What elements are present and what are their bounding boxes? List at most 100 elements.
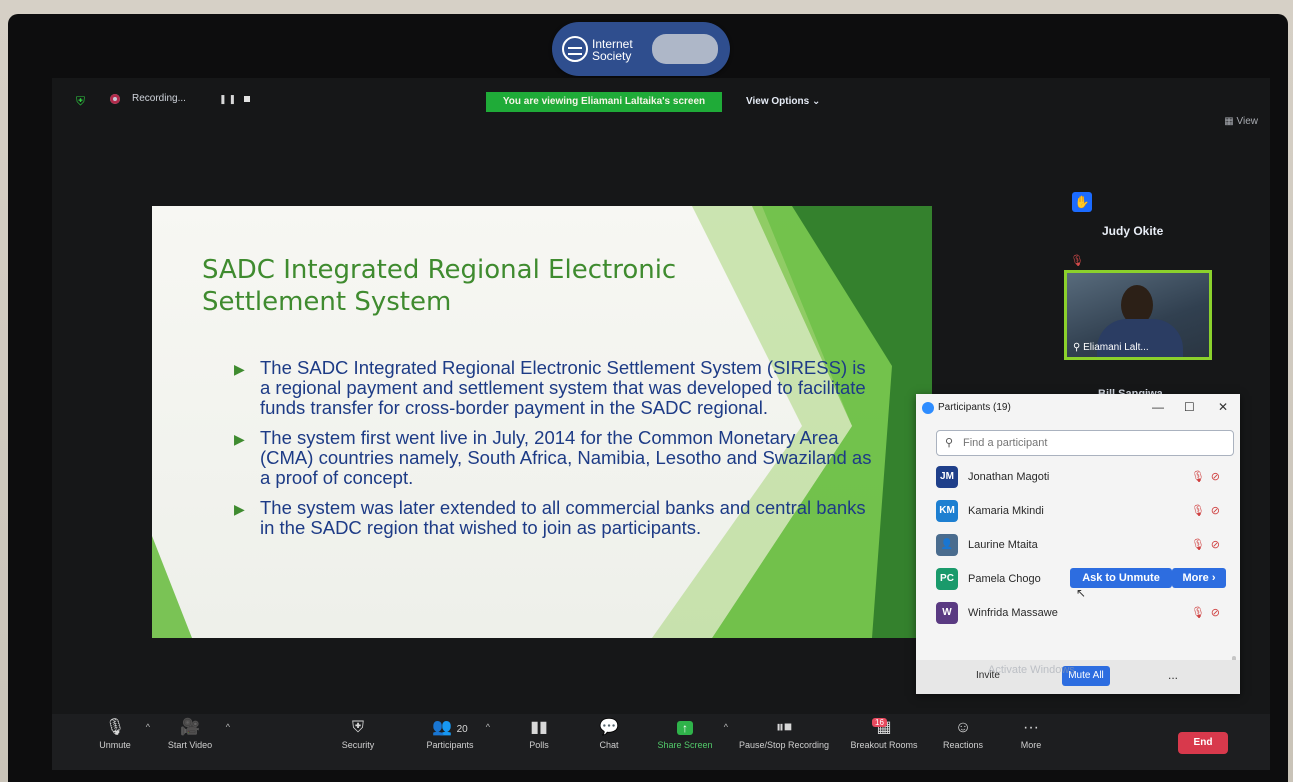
minimize-icon[interactable]: — [1152, 400, 1164, 414]
webcam-cover: Internet Society [552, 22, 730, 76]
muted-mic-icon: 🎙 [104, 719, 126, 736]
pause-recording-label: Pause/Stop Recording [738, 740, 830, 750]
slide-bullet: ▶ The system first went live in July, 201… [234, 428, 874, 488]
search-input[interactable] [961, 434, 1225, 452]
muted-mic-icon: 🎙 [1070, 255, 1084, 267]
bullet-arrow-icon: ▶ [234, 431, 245, 447]
share-screen-button[interactable]: ↑ Share Screen ^ [652, 716, 728, 766]
view-options-button[interactable]: View Options ⌄ [746, 96, 820, 107]
participants-title: Participants (19) [938, 402, 1011, 413]
participants-button[interactable]: 👥 20 Participants ^ [420, 716, 490, 766]
breakout-rooms-label: Breakout Rooms [850, 740, 918, 750]
chat-icon: 💬 [599, 719, 619, 736]
chevron-up-icon[interactable]: ^ [146, 722, 150, 732]
security-label: Security [341, 740, 375, 750]
participant-name: Winfrida Massawe [968, 607, 1058, 619]
pinned-video-tile[interactable]: ⚲ Eliamani Lalt... [1064, 270, 1212, 360]
pause-recording-icon[interactable]: ❚❚ [219, 94, 238, 105]
participant-search: ⚲ [936, 430, 1234, 456]
video-name-label: ⚲ Eliamani Lalt... [1073, 342, 1149, 353]
more-button[interactable]: More › [1172, 568, 1226, 588]
view-button-label: View [1236, 116, 1259, 127]
list-item[interactable]: KM Kamaria Mkindi 🎙⊘ [916, 494, 1240, 528]
bullet-text: The SADC Integrated Regional Electronic … [260, 357, 866, 418]
participant-name: Jonathan Magoti [968, 471, 1050, 483]
grid-icon: ▦ [1224, 116, 1237, 127]
more-label: More [1020, 740, 1042, 750]
maximize-icon[interactable]: ☐ [1184, 400, 1195, 414]
meeting-toolbar: 🎙 Unmute ^ 🎥 Start Video ^ ⛨ Security 👥 … [52, 714, 1270, 770]
muted-mic-icon: 🎙⊘ [1190, 471, 1226, 483]
stop-recording-icon[interactable] [244, 96, 250, 102]
participants-titlebar: Participants (19) — ☐ ✕ [916, 394, 1240, 422]
participant-name: Kamaria Mkindi [968, 505, 1044, 517]
share-screen-label: Share Screen [657, 740, 713, 750]
participants-footer: Invite Mute All ... [916, 660, 1240, 694]
muted-mic-icon: 🎙⊘ [1190, 505, 1226, 517]
polls-button[interactable]: ▮▮ Polls [524, 716, 554, 766]
reactions-button[interactable]: ☺ Reactions [940, 716, 986, 766]
chevron-up-icon[interactable]: ^ [724, 722, 728, 732]
list-item[interactable]: JM Jonathan Magoti 🎙⊘ [916, 460, 1240, 494]
share-screen-icon: ↑ [652, 716, 718, 740]
video-name: Eliamani Lalt... [1083, 342, 1149, 353]
shield-icon[interactable]: ⛨ [76, 94, 85, 109]
chevron-up-icon[interactable]: ^ [226, 722, 230, 732]
end-button[interactable]: End [1178, 732, 1228, 754]
avatar: PC [936, 568, 958, 590]
polls-label: Polls [529, 740, 549, 750]
unmute-label: Unmute [99, 740, 131, 750]
more-button[interactable]: ··· More [1016, 716, 1046, 766]
reactions-icon: ☺ [954, 719, 972, 736]
avatar: W [936, 602, 958, 624]
start-video-label: Start Video [167, 740, 213, 750]
participants-count: 20 [456, 724, 468, 735]
security-button[interactable]: ⛨ Security [336, 716, 380, 766]
slide-bullets: ▶ The SADC Integrated Regional Electronic… [234, 358, 874, 548]
start-video-button[interactable]: 🎥 Start Video ^ [160, 716, 230, 766]
webcam-slider [652, 34, 718, 64]
recording-label: Recording... [132, 93, 186, 104]
bullet-arrow-icon: ▶ [234, 501, 245, 517]
more-dots-icon: ··· [1023, 719, 1039, 736]
slide-bullet: ▶ The SADC Integrated Regional Electronic… [234, 358, 874, 418]
chat-label: Chat [599, 740, 619, 750]
muted-mic-icon: 🎙⊘ [1190, 607, 1226, 619]
participant-name: Pamela Chogo [968, 573, 1041, 585]
list-item[interactable]: W Winfrida Massawe 🎙⊘ [916, 596, 1240, 630]
list-item[interactable]: 👤 Laurine Mtaita 🎙⊘ [916, 528, 1240, 562]
video-person-body [1097, 319, 1183, 357]
chevron-up-icon[interactable]: ^ [486, 722, 490, 732]
participant-list: JM Jonathan Magoti 🎙⊘ KM Kamaria Mkindi … [916, 460, 1240, 660]
bullet-text: The system first went live in July, 2014… [260, 427, 872, 488]
slide-bullet: ▶ The system was later extended to all co… [234, 498, 874, 538]
raised-hand-icon: ✋ [1072, 192, 1092, 212]
muted-mic-icon: 🎙⊘ [1190, 539, 1226, 551]
bullet-text: The system was later extended to all com… [260, 497, 866, 538]
breakout-count-badge: 16 [872, 718, 887, 727]
shield-icon: ⛨ [351, 719, 364, 736]
breakout-rooms-button[interactable]: ▦ 16 Breakout Rooms [848, 716, 920, 766]
slide-title: SADC Integrated Regional Electronic Sett… [202, 255, 677, 317]
bullet-arrow-icon: ▶ [234, 361, 245, 377]
unmute-button[interactable]: 🎙 Unmute ^ [90, 716, 150, 766]
participants-label: Participants [426, 740, 474, 750]
view-button[interactable]: ▦ View [1224, 116, 1258, 127]
zoom-logo-icon [922, 402, 934, 414]
avatar: JM [936, 466, 958, 488]
list-item[interactable]: PC Pamela Chogo Ask to Unmute More › ↖ [916, 562, 1240, 600]
reactions-label: Reactions [942, 740, 984, 750]
shared-slide: SADC Integrated Regional Electronic Sett… [152, 206, 932, 638]
more-options-button[interactable]: ... [1168, 668, 1178, 682]
chat-button[interactable]: 💬 Chat [592, 716, 626, 766]
globe-icon [562, 36, 588, 62]
activate-windows-watermark: Activate Windows [988, 664, 1075, 676]
pin-icon: ⚲ [1073, 342, 1084, 353]
polls-icon: ▮▮ [530, 719, 548, 736]
ask-to-unmute-button[interactable]: Ask to Unmute [1070, 568, 1172, 588]
participants-window: Participants (19) — ☐ ✕ ⚲ JM Jonathan Ma… [916, 394, 1240, 694]
pause-stop-recording-button[interactable]: ⏸⏹ Pause/Stop Recording [734, 716, 834, 766]
close-icon[interactable]: ✕ [1218, 400, 1228, 414]
viewing-banner: You are viewing Eliamani Laltaika's scre… [486, 92, 722, 112]
pause-stop-icon: ⏸⏹ [775, 719, 792, 736]
